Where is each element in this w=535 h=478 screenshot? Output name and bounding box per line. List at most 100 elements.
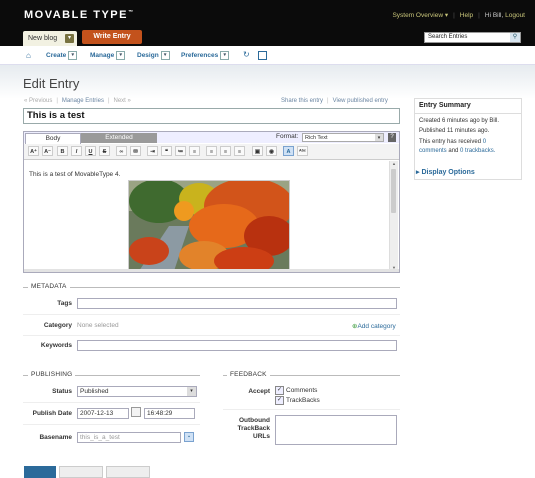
- help-link[interactable]: Help: [460, 12, 473, 19]
- nav-design[interactable]: Design ▾: [137, 51, 170, 60]
- editor-scrollbar[interactable]: ▲ ▼: [389, 161, 398, 271]
- refresh-icon[interactable]: ↻: [243, 50, 250, 59]
- chevron-down-icon[interactable]: ▾: [65, 34, 74, 43]
- editor-resize-handle[interactable]: [24, 269, 399, 272]
- nav-preferences[interactable]: Preferences ▾: [181, 51, 230, 60]
- publish-time-input[interactable]: 16:48:29: [144, 408, 195, 419]
- entry-summary-heading: Entry Summary: [419, 102, 471, 109]
- page-title: Edit Entry: [23, 76, 80, 91]
- font-size-decrease-icon[interactable]: A⁻: [42, 146, 53, 156]
- nav-manage[interactable]: Manage ▾: [90, 51, 126, 60]
- nav-create[interactable]: Create ▾: [46, 51, 78, 60]
- blog-switcher-label: New blog: [28, 35, 58, 42]
- feedback-heading: FEEDBACK: [227, 371, 270, 378]
- link-icon[interactable]: ∞: [116, 146, 127, 156]
- status-select[interactable]: Published ▾: [77, 386, 197, 397]
- category-value: None selected: [77, 322, 119, 329]
- summary-created: Created 6 minutes ago by Bill.: [419, 118, 500, 124]
- tab-extended[interactable]: Extended: [81, 133, 157, 143]
- entry-actions: Share this entry | View published entry: [281, 98, 388, 104]
- chevron-down-icon: ▾: [68, 51, 78, 60]
- keywords-label: Keywords: [40, 342, 72, 349]
- summary-published: Published 11 minutes ago.: [419, 128, 490, 134]
- divider: [23, 287, 400, 288]
- add-category-button[interactable]: ⊕Add category: [352, 322, 396, 330]
- entry-body-text[interactable]: This is a test of MovableType 4.: [29, 171, 120, 178]
- chevron-down-icon: ▾: [187, 387, 196, 396]
- delete-button[interactable]: [106, 466, 150, 478]
- logo-tm: ™: [127, 9, 133, 16]
- summary-received: This entry has received 0: [419, 139, 487, 145]
- blockquote-icon[interactable]: ❝: [161, 146, 172, 156]
- insert-image-icon[interactable]: ▣: [252, 146, 263, 156]
- rich-text-editor: Body Extended Format: Rich Text ▾ ? A⁺ A…: [23, 131, 400, 273]
- spell-check-icon[interactable]: ᴬᵇᶜ: [297, 146, 308, 156]
- calendar-icon[interactable]: [131, 407, 141, 417]
- accept-comments-checkbox[interactable]: ✓ Comments: [275, 386, 317, 395]
- accept-trackbacks-checkbox[interactable]: ✓ TrackBacks: [275, 396, 320, 405]
- entry-title-input[interactable]: This is a test: [23, 108, 400, 124]
- blog-switcher[interactable]: New blog ▾: [23, 31, 77, 46]
- outbound-trackback-urls-input[interactable]: [275, 415, 397, 445]
- format-label: Format:: [276, 133, 299, 140]
- basename-label: Basename: [39, 434, 72, 441]
- movable-type-logo[interactable]: MOVABLE TYPE™: [24, 9, 133, 21]
- system-overview-link[interactable]: System Overview ▾: [392, 12, 448, 19]
- scroll-up-icon[interactable]: ▲: [390, 161, 398, 167]
- logout-link[interactable]: Logout: [505, 12, 525, 19]
- bold-icon[interactable]: B: [57, 146, 68, 156]
- tags-input[interactable]: [77, 298, 397, 309]
- font-size-increase-icon[interactable]: A⁺: [28, 146, 39, 156]
- align-left-icon[interactable]: ≡: [206, 146, 217, 156]
- comments-link[interactable]: comments: [419, 148, 447, 154]
- tab-body[interactable]: Body: [25, 133, 81, 144]
- keywords-input[interactable]: [77, 340, 397, 351]
- next-link[interactable]: Next »: [114, 98, 131, 104]
- align-right-icon[interactable]: ≡: [234, 146, 245, 156]
- publish-date-input[interactable]: 2007-12-13: [77, 408, 129, 419]
- scroll-thumb[interactable]: [391, 169, 396, 213]
- search-input-value: Search Entries: [428, 34, 468, 40]
- entry-photo-autumn-garden[interactable]: [128, 180, 290, 272]
- strikethrough-icon[interactable]: S: [99, 146, 110, 156]
- checkbox-checked-icon[interactable]: ✓: [275, 396, 284, 405]
- insert-file-icon[interactable]: ◉: [266, 146, 277, 156]
- logo-text: MOVABLE TYPE: [24, 9, 128, 21]
- numbered-list-icon[interactable]: ≡: [189, 146, 200, 156]
- save-button[interactable]: [24, 466, 56, 478]
- bullet-list-icon[interactable]: ≔: [175, 146, 186, 156]
- preview-button[interactable]: [59, 466, 103, 478]
- trackbacks-link[interactable]: 0 trackbacks.: [460, 148, 495, 154]
- manage-entries-link[interactable]: Manage Entries: [62, 98, 104, 104]
- lock-icon[interactable]: ▪: [184, 432, 194, 442]
- view-site-icon[interactable]: [258, 51, 267, 60]
- basename-input[interactable]: this_is_a_test: [77, 432, 181, 443]
- top-links: System Overview ▾ | Help | Hi Bill, Logout: [392, 12, 525, 19]
- share-entry-link[interactable]: Share this entry: [281, 98, 323, 104]
- format-select-value: Rich Text: [305, 135, 328, 141]
- outbound-trackback-label: Outbound TrackBack URLs: [237, 417, 270, 440]
- write-entry-button[interactable]: Write Entry: [82, 30, 142, 44]
- email-link-icon[interactable]: ✉: [130, 146, 141, 156]
- status-select-value: Published: [80, 388, 109, 395]
- search-icon[interactable]: ⚲: [510, 33, 520, 42]
- underline-icon[interactable]: U: [85, 146, 96, 156]
- checkbox-checked-icon[interactable]: ✓: [275, 386, 284, 395]
- previous-link[interactable]: « Previous: [24, 98, 52, 104]
- format-select[interactable]: Rich Text ▾: [302, 133, 384, 142]
- indent-icon[interactable]: ⇥: [147, 146, 158, 156]
- view-published-link[interactable]: View published entry: [333, 98, 388, 104]
- home-icon[interactable]: ⌂: [26, 51, 31, 60]
- italic-icon[interactable]: I: [71, 146, 82, 156]
- align-center-icon[interactable]: ≡: [220, 146, 231, 156]
- editor-toolbar: A⁺ A⁻ B I U S ∞ ✉ ⇥ ❝ ≔ ≡ ≡ ≡ ≡ ▣ ◉ A ᴬᵇ…: [24, 144, 399, 160]
- text-color-icon[interactable]: A: [283, 146, 294, 156]
- chevron-down-icon: ▾: [116, 51, 126, 60]
- search-input[interactable]: Search Entries ⚲: [424, 32, 521, 43]
- metadata-heading: METADATA: [28, 283, 70, 290]
- help-icon[interactable]: ?: [388, 133, 396, 142]
- display-options-toggle[interactable]: ▸ Display Options: [414, 168, 524, 176]
- comments-count-link[interactable]: 0: [483, 139, 486, 145]
- publishing-heading: PUBLISHING: [28, 371, 76, 378]
- autumn-photo: [129, 181, 289, 271]
